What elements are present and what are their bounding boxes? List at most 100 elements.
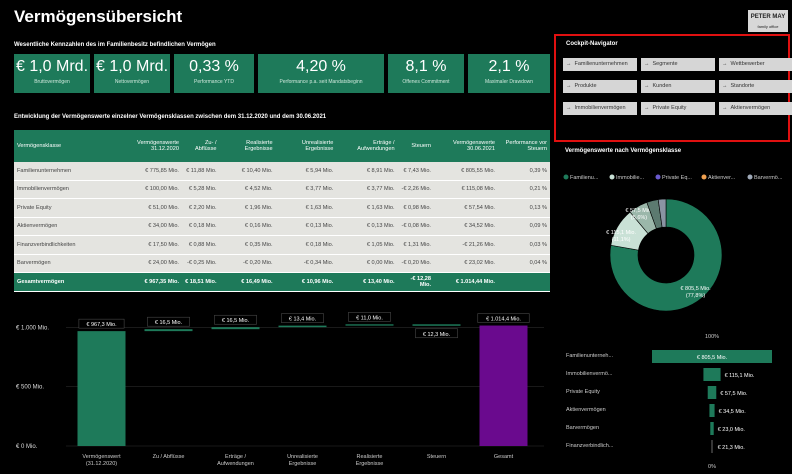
table-row[interactable]: Aktienvermögen € 34,00 Mio. € 0,18 Mio. € 0…	[14, 217, 550, 236]
waterfall-bar[interactable]	[278, 325, 327, 328]
waterfall-bar[interactable]	[345, 324, 394, 326]
kpi-value: 2,1 %	[488, 58, 530, 75]
legend-label[interactable]: Private Eq...	[662, 175, 692, 181]
funnel-bar[interactable]	[710, 422, 714, 435]
table-total-row[interactable]: Gesamtvermögen € 967,35 Mio. € 18,51 Mio. €…	[14, 272, 550, 292]
table-row[interactable]: Barvermögen € 24,00 Mio. -€ 0,25 Mio. -€ 0,…	[14, 254, 550, 273]
nav-button-familienunternehmen[interactable]: → Familienunternehmen	[563, 58, 637, 71]
nav-button-private-equity[interactable]: → Private Equity	[641, 102, 715, 115]
legend-label[interactable]: Familienu...	[570, 175, 599, 181]
table-cell: € 2,20 Mio.	[182, 198, 220, 218]
x-tick-label: Vermögenswert	[82, 454, 121, 460]
arrow-right-icon: →	[566, 61, 572, 67]
y-tick-label: € 500 Mio.	[16, 385, 44, 391]
table-cell: € 100,00 Mio.	[120, 180, 182, 199]
column-header[interactable]: Vermögenswerte 30.06.2021	[434, 130, 498, 162]
table-cell: € 24,00 Mio.	[120, 254, 182, 273]
legend-label[interactable]: Barvermö...	[754, 175, 783, 181]
nav-button-produkte[interactable]: → Produkte	[563, 80, 637, 93]
waterfall-chart: € 1.000 Mio. € 500 Mio. € 0 Mio. € 967,3 Mi…	[16, 312, 544, 467]
table-cell: Familienunternehmen	[14, 162, 120, 181]
column-header[interactable]: Erträge / Aufwendungen	[336, 130, 398, 162]
slice-label: € 115,1 Mio.	[606, 230, 636, 236]
waterfall-bar[interactable]	[144, 329, 193, 332]
kpi-section-title: Wesentliche Kennzahlen des im Familienbe…	[14, 42, 216, 48]
nav-button-label: Kunden	[652, 83, 672, 89]
table-cell: € 1,05 Mio.	[336, 235, 398, 255]
funnel-bar[interactable]	[707, 386, 717, 399]
column-header[interactable]: Zu- / Abflüsse	[182, 130, 220, 162]
nav-button-wettbewerber[interactable]: → Wettbewerber	[719, 58, 792, 71]
table-cell: € 17,50 Mio.	[120, 235, 182, 255]
table-row[interactable]: Familienunternehmen € 775,85 Mio. € 11,88 …	[14, 162, 550, 181]
column-header[interactable]: Vermögensklasse	[14, 130, 120, 162]
table-cell: € 8,91 Mio.	[336, 162, 398, 181]
funnel-chart: 100% Familienunterneh... € 805,5 Mio. Immob…	[566, 334, 772, 470]
nav-button-label: Familienunternehmen	[574, 61, 628, 67]
funnel-category-label: Barvermögen	[566, 425, 599, 431]
waterfall-bar[interactable]	[77, 331, 126, 446]
waterfall-bar[interactable]	[412, 324, 461, 326]
table-section-title: Entwicklung der Vermögenswerte einzelner…	[14, 114, 327, 120]
nav-button-kunden[interactable]: → Kunden	[641, 80, 715, 93]
table-cell: Barvermögen	[14, 254, 120, 273]
nav-button-immobilienvermögen[interactable]: → Immobilienvermögen	[563, 102, 637, 115]
kpi-max-drawdown: 2,1 % Maximaler Drawdown	[468, 54, 550, 93]
funnel-value-label: € 34,5 Mio.	[719, 409, 747, 415]
arrow-right-icon: →	[566, 83, 572, 89]
data-label: € 967,3 Mio.	[86, 322, 117, 328]
arrow-right-icon: →	[644, 61, 650, 67]
table-row[interactable]: Finanzverbindlichkeiten € 17,50 Mio. € 0,8…	[14, 235, 550, 255]
column-header[interactable]: Vermögenswerte 31.12.2020	[120, 130, 182, 162]
funnel-category-label: Private Equity	[566, 389, 600, 395]
table-cell: 0,39 %	[498, 162, 550, 181]
nav-button-label: Private Equity	[652, 105, 687, 111]
data-label: € 12,3 Mio.	[423, 332, 451, 338]
x-tick-label: Gesamt	[494, 454, 514, 460]
slice-label: (77,8%)	[686, 293, 705, 299]
table-cell: € 967,35 Mio.	[120, 272, 182, 292]
x-tick-label: Realisierte	[357, 454, 383, 460]
column-header[interactable]: Unrealisierte Ergebnisse	[275, 130, 337, 162]
slice-label: € 57,5 Mio.	[625, 208, 653, 214]
table-cell: € 0,16 Mio.	[219, 217, 276, 236]
data-label: € 1.014,4 Mio.	[486, 317, 521, 323]
logo-subline: family office	[757, 24, 779, 29]
table-row[interactable]: Private Equity € 51,00 Mio. € 2,20 Mio. € 1…	[14, 198, 550, 218]
column-header[interactable]: Realisierte Ergebnisse	[219, 130, 276, 162]
waterfall-bar[interactable]	[479, 325, 528, 446]
x-tick-label: Steuern	[427, 454, 446, 460]
table-cell: € 3,77 Mio.	[275, 180, 337, 199]
nav-button-standorte[interactable]: → Standorte	[719, 80, 792, 93]
legend-label[interactable]: Immobilie...	[616, 175, 645, 181]
nav-button-aktienvermögen[interactable]: → Aktienvermögen	[719, 102, 792, 115]
table-cell: 0,04 %	[498, 254, 550, 273]
table-cell: -€ 0,34 Mio.	[275, 254, 337, 273]
table-cell: -€ 0,20 Mio.	[219, 254, 276, 273]
kpi-performance-ytd: 0,33 % Performance YTD	[174, 54, 254, 93]
column-header[interactable]: Performance vor Steuern	[498, 130, 550, 162]
table-cell: € 11,88 Mio.	[182, 162, 220, 181]
nav-button-label: Standorte	[730, 83, 755, 89]
x-tick-label: Ergebnisse	[289, 461, 317, 467]
table-header-row: Vermögensklasse Vermögenswerte 31.12.202…	[14, 130, 550, 162]
funnel-bar[interactable]	[709, 404, 715, 417]
table-cell: € 23,02 Mio.	[434, 254, 498, 273]
table-cell: € 4,52 Mio.	[219, 180, 276, 199]
arrow-right-icon: →	[566, 105, 572, 111]
arrow-right-icon: →	[644, 105, 650, 111]
nav-button-label: Aktienvermögen	[730, 105, 771, 111]
legend-label[interactable]: Aktienver...	[708, 175, 736, 181]
column-header[interactable]: Steuern	[397, 130, 434, 162]
waterfall-bar[interactable]	[211, 327, 260, 330]
kpi-label: Offenes Commitment	[402, 79, 450, 85]
table-row[interactable]: Immobilienvermögen € 100,00 Mio. € 5,28 Mi…	[14, 180, 550, 199]
table-cell: € 0,18 Mio.	[182, 217, 220, 236]
funnel-bar[interactable]	[703, 368, 721, 381]
x-tick-label: Erträge /	[225, 454, 247, 460]
nav-button-segmente[interactable]: → Segmente	[641, 58, 715, 71]
slice-label: (5,6%)	[631, 215, 647, 221]
data-label: € 11,0 Mio.	[356, 315, 383, 321]
table-cell: 0,21 %	[498, 180, 550, 199]
table-cell: € 10,40 Mio.	[219, 162, 276, 181]
